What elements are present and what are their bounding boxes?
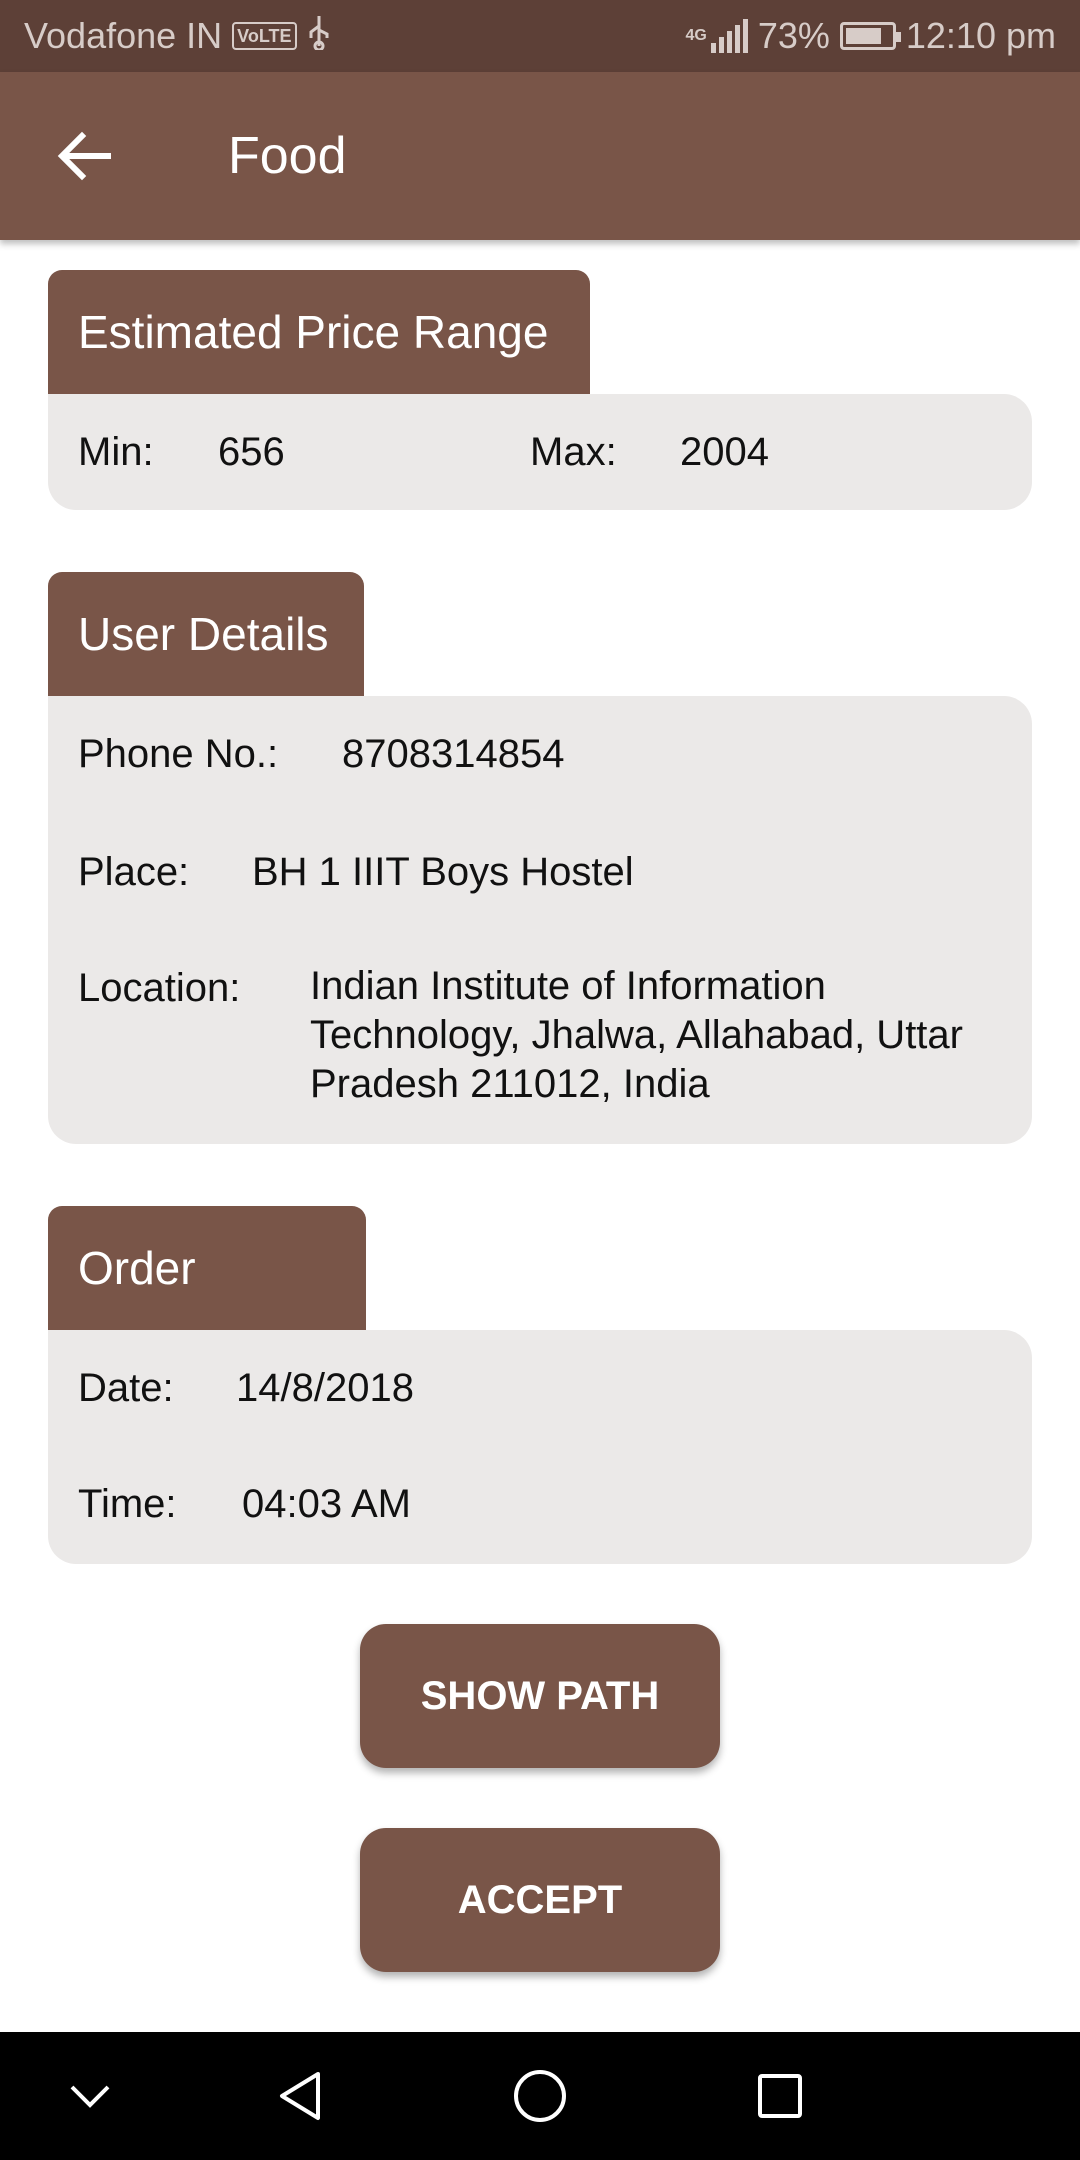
- location-label: Location:: [78, 966, 241, 1010]
- location-value: Indian Institute of Information Technolo…: [310, 962, 963, 1109]
- battery-percent: 73%: [757, 15, 830, 56]
- price-range-header: Estimated Price Range: [48, 270, 590, 394]
- nav-hide-button[interactable]: [30, 2032, 150, 2160]
- square-recents-icon: [758, 2074, 802, 2118]
- status-bar: Vodafone IN VoLTE 4G 73% 12:10 pm: [0, 0, 1080, 72]
- phone-label: Phone No.:: [78, 732, 279, 776]
- price-range-card: Min: 656 Max: 2004: [48, 394, 1032, 510]
- status-bar-left: Vodafone IN VoLTE: [24, 0, 331, 72]
- min-value: 656: [218, 430, 285, 474]
- arrow-left-icon: [57, 131, 111, 181]
- date-value: 14/8/2018: [236, 1366, 414, 1410]
- order-expiry-header: Order Expiry: [48, 1206, 366, 1418]
- clock: 12:10 pm: [905, 15, 1056, 56]
- volte-badge: VoLTE: [232, 22, 297, 50]
- date-label: Date:: [78, 1366, 174, 1410]
- accept-button[interactable]: ACCEPT: [360, 1828, 720, 1972]
- nav-recents-button[interactable]: [720, 2032, 840, 2160]
- status-bar-right: 4G 73% 12:10 pm: [685, 0, 1056, 72]
- navigation-bar: [0, 2032, 1080, 2160]
- user-details-header: User Details: [48, 572, 364, 696]
- max-value: 2004: [680, 430, 769, 474]
- phone-value: 8708314854: [342, 732, 565, 776]
- order-expiry-card: Date: 14/8/2018 Time: 04:03 AM: [48, 1330, 1032, 1564]
- app-bar: Food: [0, 72, 1080, 240]
- nav-home-button[interactable]: [480, 2032, 600, 2160]
- user-details-card: Phone No.: 8708314854 Place: BH 1 IIIT B…: [48, 696, 1032, 1144]
- time-value: 04:03 AM: [242, 1482, 412, 1526]
- location-line: Pradesh 211012, India: [310, 1062, 710, 1106]
- usb-icon: [307, 14, 331, 59]
- triangle-back-icon: [280, 2072, 320, 2120]
- show-path-button[interactable]: SHOW PATH: [360, 1624, 720, 1768]
- page-title: Food: [228, 127, 347, 185]
- location-line: Indian Institute of Information: [310, 964, 826, 1008]
- location-line: Technology, Jhalwa, Allahabad, Uttar: [310, 1013, 963, 1057]
- network-type: 4G: [685, 27, 707, 44]
- place-value: BH 1 IIIT Boys Hostel: [252, 850, 634, 894]
- min-label: Min:: [78, 430, 154, 474]
- signal-icon: [710, 19, 748, 53]
- back-button[interactable]: [52, 124, 116, 188]
- max-label: Max:: [530, 430, 617, 474]
- chevron-down-icon: [70, 2085, 110, 2108]
- place-label: Place:: [78, 850, 190, 894]
- battery-icon: [839, 22, 901, 50]
- circle-home-icon: [514, 2070, 566, 2122]
- time-label: Time:: [78, 1482, 177, 1526]
- nav-back-button[interactable]: [240, 2032, 360, 2160]
- carrier-name: Vodafone IN: [24, 15, 223, 56]
